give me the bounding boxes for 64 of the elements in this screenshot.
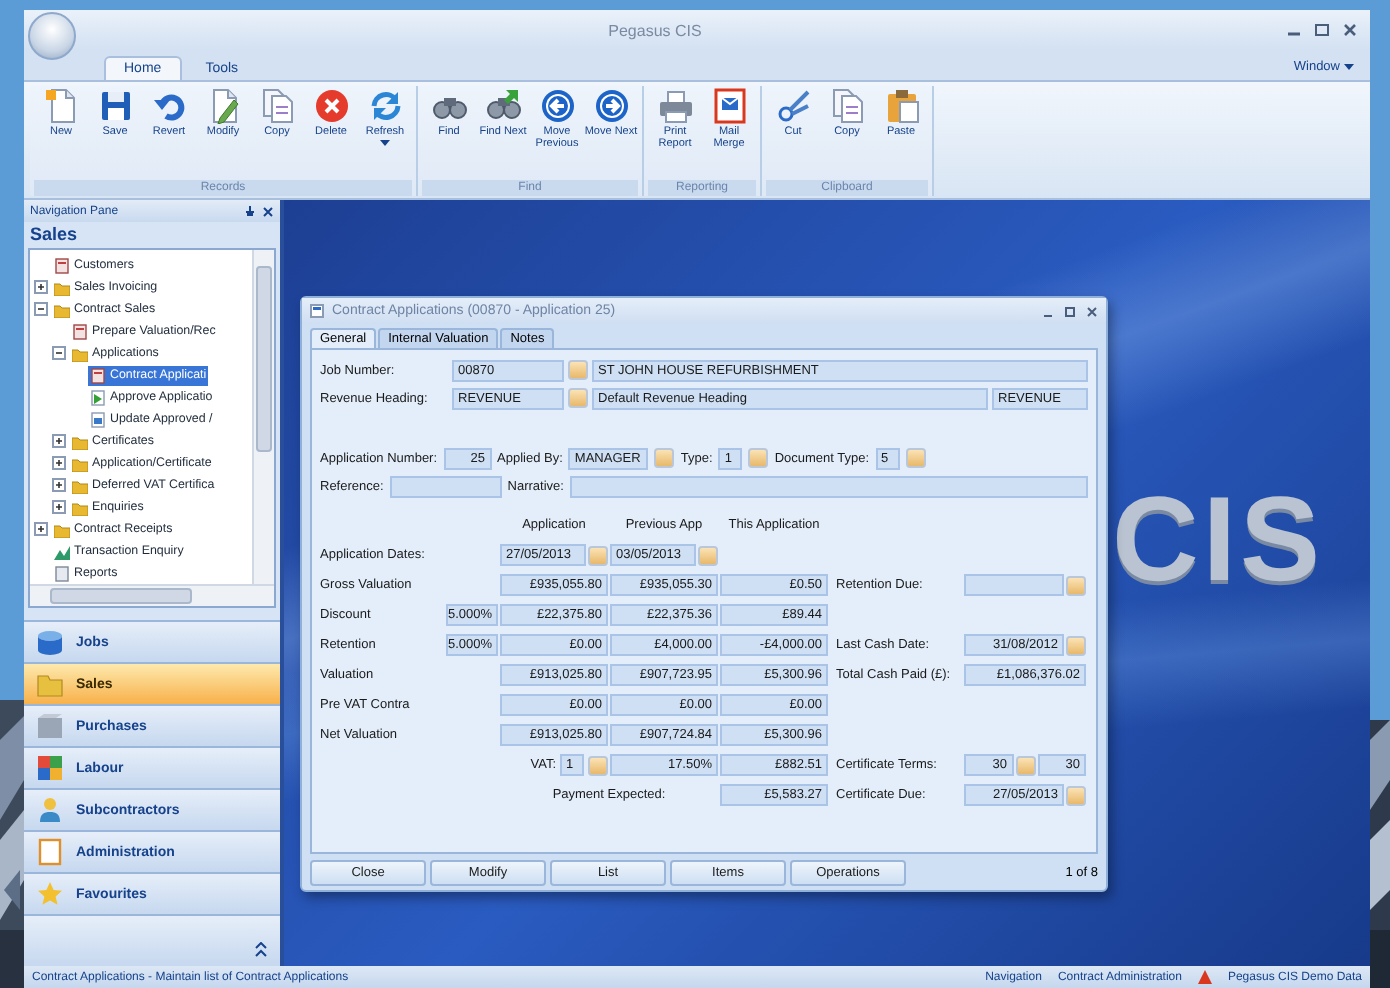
lookup-button[interactable] [588,755,608,775]
clipboard-icon [883,88,919,124]
right-arrow-icon [593,88,629,124]
maximize-icon[interactable] [1314,22,1330,38]
refresh-icon [367,88,403,124]
document-icon [90,367,106,383]
close-icon[interactable] [262,205,274,217]
section-title: Sales [28,222,80,248]
lookup-button[interactable] [588,545,608,565]
form-icon [310,304,324,318]
tiles-icon [36,754,64,782]
expand-icon[interactable] [52,456,66,470]
document-icon [72,323,88,339]
document-icon [90,411,106,427]
pin-icon[interactable] [244,205,256,217]
document-arrow-icon [90,389,106,405]
input-field[interactable] [964,574,1064,596]
window-title: Pegasus CIS [606,21,704,39]
collapse-icon[interactable] [34,302,48,316]
star-icon [36,880,64,908]
expand-icon[interactable] [52,500,66,514]
input-field[interactable] [389,475,502,497]
lookup-button[interactable] [748,448,769,468]
close-icon[interactable] [1342,22,1358,38]
chart-icon [54,543,70,559]
folder-icon [72,345,88,361]
document-icon [54,257,70,273]
maximize-icon[interactable] [1064,305,1076,317]
expand-icon[interactable] [34,522,48,536]
document-icon [43,88,79,124]
lookup-button[interactable] [698,545,718,565]
left-arrow-icon [539,88,575,124]
person-icon [36,796,64,824]
copy-documents-icon [829,88,865,124]
folder-icon [36,670,64,698]
expand-icon[interactable] [52,478,66,492]
scissors-icon [775,88,811,124]
document-icon [54,565,70,581]
expand-icon[interactable] [52,434,66,448]
input-field[interactable] [569,475,1088,497]
box-icon [36,712,64,740]
close-icon[interactable] [1086,305,1098,317]
chevron-icon[interactable] [254,942,268,958]
warning-icon [1197,970,1212,984]
binoculars-arrow-icon [485,88,521,124]
caret-icon [1344,63,1354,71]
lookup-button[interactable] [1066,575,1086,595]
printer-icon [657,88,693,124]
lookup-button[interactable] [1015,755,1035,775]
expand-icon[interactable] [34,280,48,294]
delete-icon [313,88,349,124]
logo-text: CIS [1112,480,1325,600]
collapse-icon[interactable] [52,346,66,360]
document-icon [36,838,64,866]
lookup-button[interactable] [1066,785,1086,805]
lookup-button[interactable] [654,448,675,468]
application-menu-button[interactable] [28,12,76,60]
lookup-button[interactable] [905,448,926,468]
database-icon [36,628,64,656]
lookup-button[interactable] [1066,635,1086,655]
mail-document-icon [711,88,747,124]
scrollbar[interactable] [252,250,274,584]
copy-documents-icon [259,88,295,124]
scrollbar[interactable] [30,584,274,606]
